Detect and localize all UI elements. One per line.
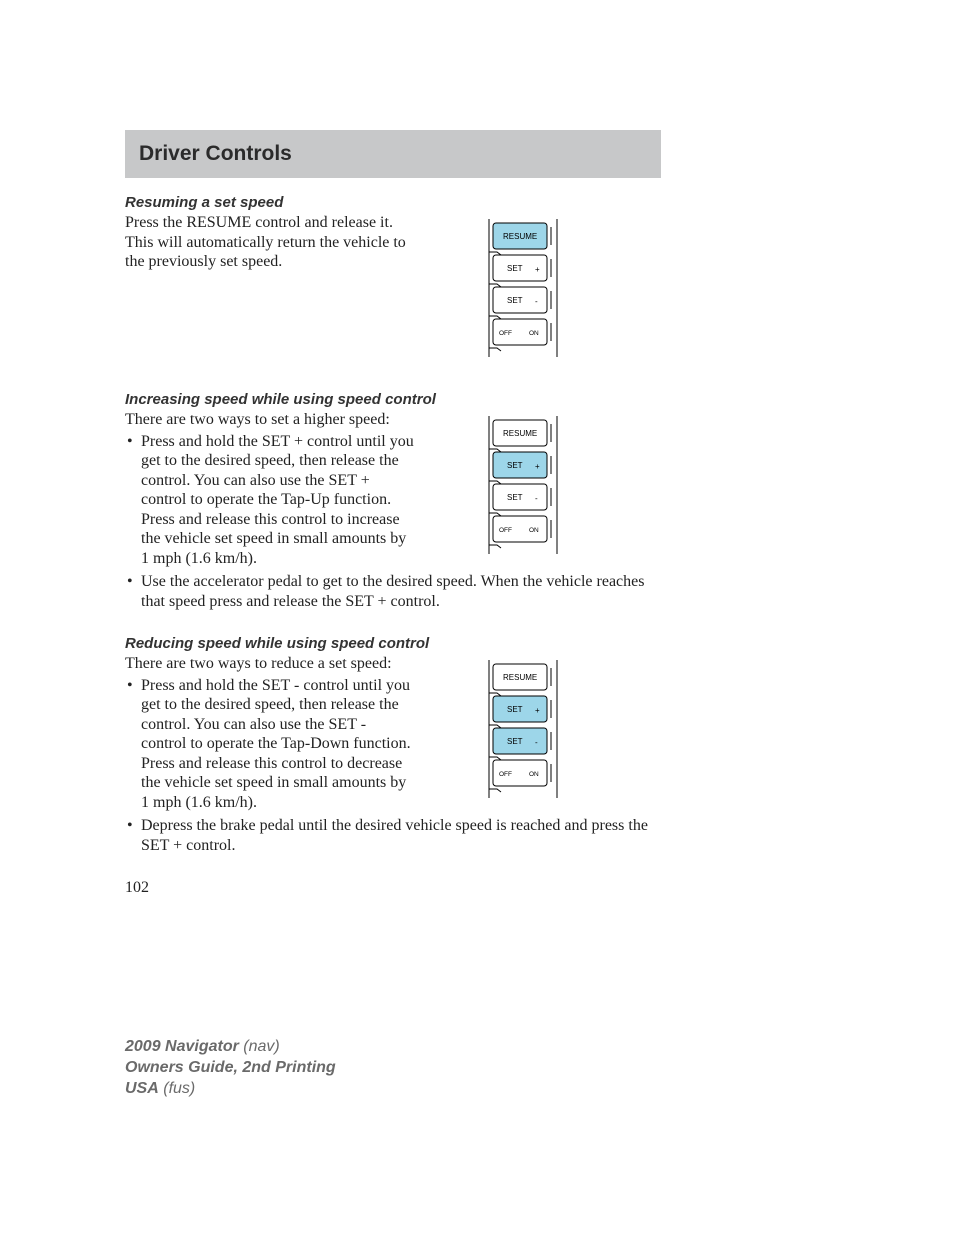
svg-text:ON: ON	[529, 527, 539, 534]
subhead-resume: Resuming a set speed	[125, 194, 829, 211]
footer: 2009 Navigator (nav) Owners Guide, 2nd P…	[0, 1037, 954, 1159]
section-resume: Resuming a set speed Press the RESUME co…	[125, 194, 829, 367]
diagram-increase: RESUME SET + SET - OFF ON	[415, 410, 635, 564]
subhead-reduce: Reducing speed while using speed control	[125, 635, 829, 652]
svg-text:RESUME: RESUME	[503, 429, 537, 438]
list-item: Press and hold the SET - control until y…	[141, 676, 415, 813]
svg-text:SET: SET	[507, 264, 523, 273]
svg-text:-: -	[535, 297, 538, 306]
diagram-resume: RESUME SET + SET - OFF ON	[415, 213, 635, 367]
para-reduce-intro: There are two ways to reduce a set speed…	[125, 654, 415, 674]
list-item: Use the accelerator pedal to get to the …	[141, 572, 661, 611]
svg-text:RESUME: RESUME	[503, 673, 537, 682]
section-header: Driver Controls	[125, 130, 661, 178]
section-reduce: Reducing speed while using speed control…	[125, 635, 829, 855]
section-increase: Increasing speed while using speed contr…	[125, 391, 829, 611]
svg-text:OFF: OFF	[499, 527, 512, 534]
svg-text:+: +	[535, 706, 540, 715]
svg-text:OFF: OFF	[499, 771, 512, 778]
para-resume: Press the RESUME control and release it.…	[125, 213, 415, 272]
svg-text:+: +	[535, 265, 540, 274]
subhead-increase: Increasing speed while using speed contr…	[125, 391, 829, 408]
svg-text:SET: SET	[507, 296, 523, 305]
svg-text:OFF: OFF	[499, 330, 512, 337]
svg-text:RESUME: RESUME	[503, 232, 537, 241]
list-item: Press and hold the SET + control until y…	[141, 432, 415, 569]
svg-text:+: +	[535, 462, 540, 471]
svg-text:SET: SET	[507, 705, 523, 714]
footer-model-code: (nav)	[243, 1038, 279, 1055]
svg-text:SET: SET	[507, 493, 523, 502]
svg-text:SET: SET	[507, 461, 523, 470]
footer-model: 2009 Navigator	[125, 1038, 239, 1055]
svg-text:-: -	[535, 738, 538, 747]
para-increase-intro: There are two ways to set a higher speed…	[125, 410, 415, 430]
svg-text:-: -	[535, 494, 538, 503]
footer-region-code: (fus)	[163, 1080, 195, 1097]
footer-region: USA	[125, 1080, 159, 1097]
footer-guide: Owners Guide, 2nd Printing	[125, 1059, 336, 1076]
list-item: Depress the brake pedal until the desire…	[141, 816, 661, 855]
diagram-reduce: RESUME SET + SET - OFF ON	[415, 654, 635, 808]
svg-text:ON: ON	[529, 330, 539, 337]
svg-text:ON: ON	[529, 771, 539, 778]
page-title: Driver Controls	[139, 142, 647, 166]
page-number: 102	[125, 879, 829, 897]
svg-text:SET: SET	[507, 737, 523, 746]
